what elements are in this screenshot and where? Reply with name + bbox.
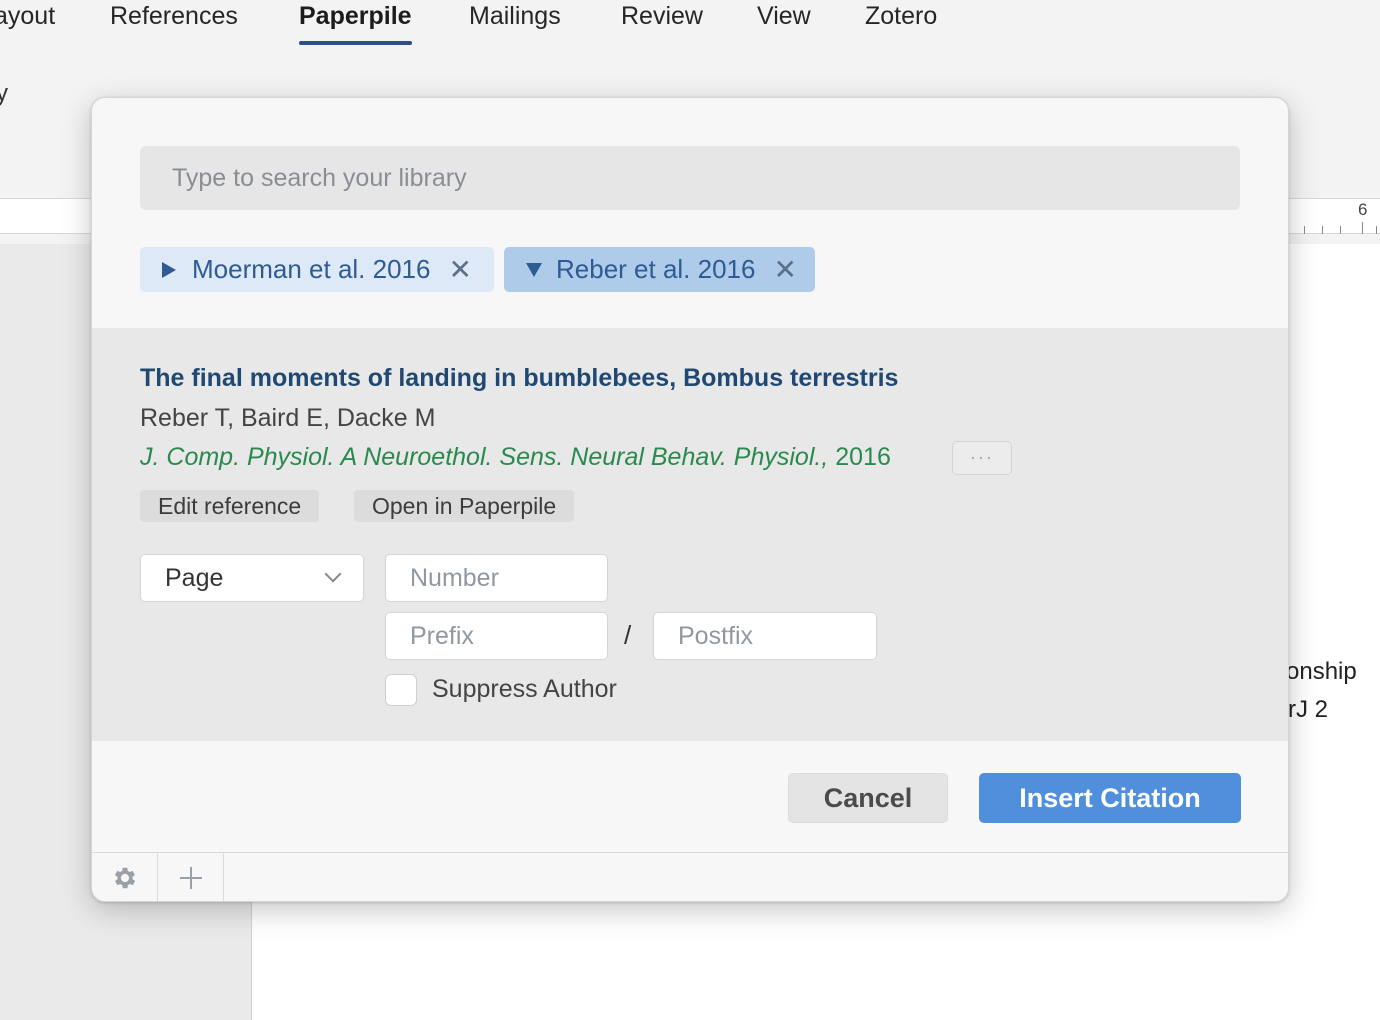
tab-paperpile[interactable]: Paperpile [299,2,412,45]
ruler-number: 6 [1358,200,1368,219]
edit-reference-button[interactable]: Edit reference [140,490,320,522]
chip-label: Reber et al. 2016 [556,254,756,284]
chevron-down-icon [324,565,342,583]
document-text-line: rJ 2 [1288,696,1329,723]
postfix-input[interactable] [653,612,877,660]
add-button[interactable] [158,853,224,901]
citation-chip-reber[interactable]: Reber et al. 2016 ✕ [504,247,815,292]
library-search-input[interactable] [140,146,1240,210]
citation-dialog: Moerman et al. 2016 ✕ Reber et al. 2016 … [91,97,1289,902]
plus-icon [179,867,202,889]
settings-button[interactable] [92,853,158,901]
open-in-paperpile-button[interactable]: Open in Paperpile [354,490,575,522]
tab-view[interactable]: View [757,2,811,31]
cancel-button[interactable]: Cancel [788,773,948,823]
ruler-ticks [1290,222,1380,234]
suppress-author-label: Suppress Author [432,675,617,703]
tab-references[interactable]: References [110,2,238,31]
reference-title: The final moments of landing in bumblebe… [140,364,899,392]
reference-journal: J. Comp. Physiol. A Neuroethol. Sens. Ne… [140,443,829,471]
reference-year: 2016 [835,443,891,471]
document-text-line: onship [1286,658,1357,685]
number-input[interactable] [385,554,608,602]
chip-label: Moerman et al. 2016 [192,254,431,284]
remove-chip-icon[interactable]: ✕ [773,255,796,284]
reference-authors: Reber T, Baird E, Dacke M [140,404,436,432]
locator-type-value: Page [165,564,224,592]
ribbon-fragment-text: y [0,80,8,107]
reference-detail-panel: The final moments of landing in bumblebe… [92,328,1288,741]
tab-layout[interactable]: ayout [0,2,55,31]
insert-citation-button[interactable]: Insert Citation [979,773,1241,823]
citation-chip-moerman[interactable]: Moerman et al. 2016 ✕ [140,247,494,292]
tab-mailings[interactable]: Mailings [469,2,561,31]
reference-journal-line: J. Comp. Physiol. A Neuroethol. Sens. Ne… [140,443,891,472]
dialog-footer [92,852,1288,901]
more-button[interactable]: ··· [952,441,1012,475]
tab-zotero[interactable]: Zotero [865,2,937,31]
expand-triangle-icon[interactable] [162,261,178,278]
locator-type-select[interactable]: Page [140,554,364,602]
collapse-triangle-icon[interactable] [526,262,542,278]
suppress-author-checkbox[interactable] [385,674,417,706]
prefix-input[interactable] [385,612,608,660]
tab-review[interactable]: Review [621,2,703,31]
gear-icon [114,867,135,889]
prefix-postfix-separator: / [624,620,632,650]
remove-chip-icon[interactable]: ✕ [448,255,471,284]
